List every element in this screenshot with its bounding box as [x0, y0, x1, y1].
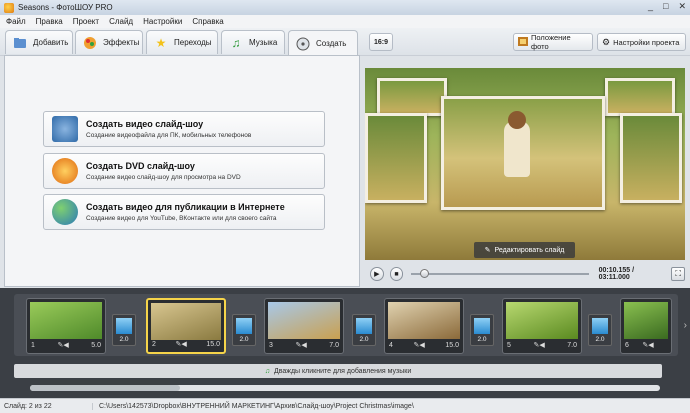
slide-thumbnail[interactable]: 4 ✎◀ 15.0 [384, 298, 464, 354]
transition-thumbnail[interactable]: 2.0 [232, 314, 256, 346]
pencil-icon: ✎ [484, 247, 491, 254]
title-bar: Seasons - ФотоШОУ PRO _ □ ✕ [0, 0, 690, 15]
gear-icon: ⚙ [602, 36, 611, 47]
girl-head [508, 111, 526, 129]
girl-figure [504, 121, 530, 177]
slide-thumbnail[interactable]: 2 ✎◀ 15.0 [146, 298, 226, 354]
tab-transitions[interactable]: ★ Переходы [146, 30, 218, 54]
slide-image [624, 302, 668, 339]
fullscreen-button[interactable]: ⛶ [671, 267, 686, 281]
time-display: 00:10.155 / 03:11.000 [598, 267, 635, 281]
transition-icon [356, 318, 372, 334]
edit-icon: ✎◀ [533, 342, 545, 349]
minimize-button[interactable]: _ [648, 1, 653, 12]
star-icon: ★ [155, 35, 167, 50]
dvd-disc-icon [52, 158, 78, 184]
slide-preview [365, 68, 685, 260]
create-video-slideshow-button[interactable]: Создать видео слайд-шоу Создание видеофа… [43, 111, 325, 147]
disc-icon [295, 36, 311, 52]
add-folder-icon [12, 35, 28, 51]
maximize-button[interactable]: □ [663, 1, 668, 12]
preview-photo [620, 113, 682, 203]
timeline: 1 ✎◀ 5.0 2.0 2 ✎◀ 15.0 2.0 3 ✎◀ 7.0 2.0 4 ✎◀ 15.… [0, 288, 690, 398]
transition-thumbnail[interactable]: 2.0 [112, 314, 136, 346]
aspect-ratio-button[interactable]: 16:9 [369, 33, 393, 51]
stop-icon: ■ [394, 270, 399, 278]
video-devices-icon [52, 116, 78, 142]
photo-position-button[interactable]: Положение фото [513, 33, 593, 51]
scrollbar-thumb[interactable] [30, 385, 180, 391]
timeline-scrollbar[interactable] [30, 385, 660, 391]
slide-thumbnail[interactable]: 1 ✎◀ 5.0 [26, 298, 106, 354]
edit-icon: ✎◀ [57, 342, 69, 349]
menu-slide[interactable]: Слайд [109, 17, 133, 26]
slide-image [30, 302, 102, 339]
tab-create[interactable]: Создать [288, 30, 358, 56]
edit-icon: ✎◀ [413, 342, 425, 349]
slide-image [388, 302, 460, 339]
slide-image [506, 302, 578, 339]
edit-slide-button[interactable]: ✎ Редактировать слайд [474, 242, 575, 258]
slide-thumbnail[interactable]: 6 ✎◀ [620, 298, 672, 354]
player-controls: ▶ ■ 00:10.155 / 03:11.000 ⛶ [365, 262, 686, 286]
preview-main-photo [441, 96, 605, 210]
edit-icon: ✎◀ [175, 341, 187, 348]
menu-help[interactable]: Справка [192, 17, 223, 26]
preview-photo [365, 113, 427, 203]
app-icon [4, 2, 14, 13]
slide-image [268, 302, 340, 339]
effects-icon [82, 35, 98, 51]
slide-counter: Слайд: 2 из 22 [4, 402, 52, 410]
transition-thumbnail[interactable]: 2.0 [352, 314, 376, 346]
edit-icon: ✎◀ [642, 342, 654, 349]
stop-button[interactable]: ■ [389, 267, 404, 281]
slide-thumbnail[interactable]: 5 ✎◀ 7.0 [502, 298, 582, 354]
project-path: C:\Users\142573\Dropbox\ВНУТРЕННИЙ МАРКЕ… [92, 402, 414, 410]
menu-edit[interactable]: Правка [36, 17, 63, 26]
transition-icon [474, 318, 490, 334]
create-web-video-button[interactable]: Создать видео для публикации в Интернете… [43, 194, 325, 230]
tab-effects[interactable]: Эффекты [75, 30, 143, 54]
transition-thumbnail[interactable]: 2.0 [588, 314, 612, 346]
edit-icon: ✎◀ [295, 342, 307, 349]
preview-photo [605, 78, 675, 116]
music-note-icon: ♫ [231, 35, 241, 50]
create-panel: Создать видео слайд-шоу Создание видеофа… [4, 55, 360, 287]
slide-image [151, 303, 221, 340]
menu-settings[interactable]: Настройки [143, 17, 182, 26]
music-add-icon: ♫ [264, 367, 270, 375]
play-icon: ▶ [374, 271, 380, 278]
create-dvd-slideshow-button[interactable]: Создать DVD слайд-шоу Создание видео сла… [43, 153, 325, 189]
scroll-right-icon[interactable]: › [684, 320, 687, 331]
transition-icon [592, 318, 608, 334]
tab-add[interactable]: Добавить [5, 30, 73, 54]
transition-icon [116, 318, 132, 334]
status-bar: Слайд: 2 из 22 C:\Users\142573\Dropbox\В… [0, 398, 690, 413]
play-button[interactable]: ▶ [370, 267, 384, 281]
menu-file[interactable]: Файл [6, 17, 26, 26]
music-track[interactable]: ♫ Дважды кликните для добавления музыки [14, 364, 662, 378]
filmstrip: 1 ✎◀ 5.0 2.0 2 ✎◀ 15.0 2.0 3 ✎◀ 7.0 2.0 4 ✎◀ 15.… [14, 294, 678, 356]
seek-bar[interactable] [411, 269, 590, 279]
project-settings-button[interactable]: ⚙ Настройки проекта [597, 33, 686, 51]
menu-bar: Файл Правка Проект Слайд Настройки Справ… [0, 15, 690, 28]
fullscreen-icon: ⛶ [675, 269, 681, 278]
window-title: Seasons - ФотоШОУ PRO [18, 3, 113, 12]
slide-thumbnail[interactable]: 3 ✎◀ 7.0 [264, 298, 344, 354]
transition-icon [236, 318, 252, 334]
preview-photo [377, 78, 447, 116]
close-button[interactable]: ✕ [678, 1, 686, 12]
menu-project[interactable]: Проект [73, 17, 99, 26]
globe-icon [52, 199, 78, 225]
seek-handle[interactable] [420, 269, 430, 278]
photo-icon [518, 36, 528, 48]
transition-thumbnail[interactable]: 2.0 [470, 314, 494, 346]
tab-music[interactable]: ♫ Музыка [221, 30, 285, 54]
